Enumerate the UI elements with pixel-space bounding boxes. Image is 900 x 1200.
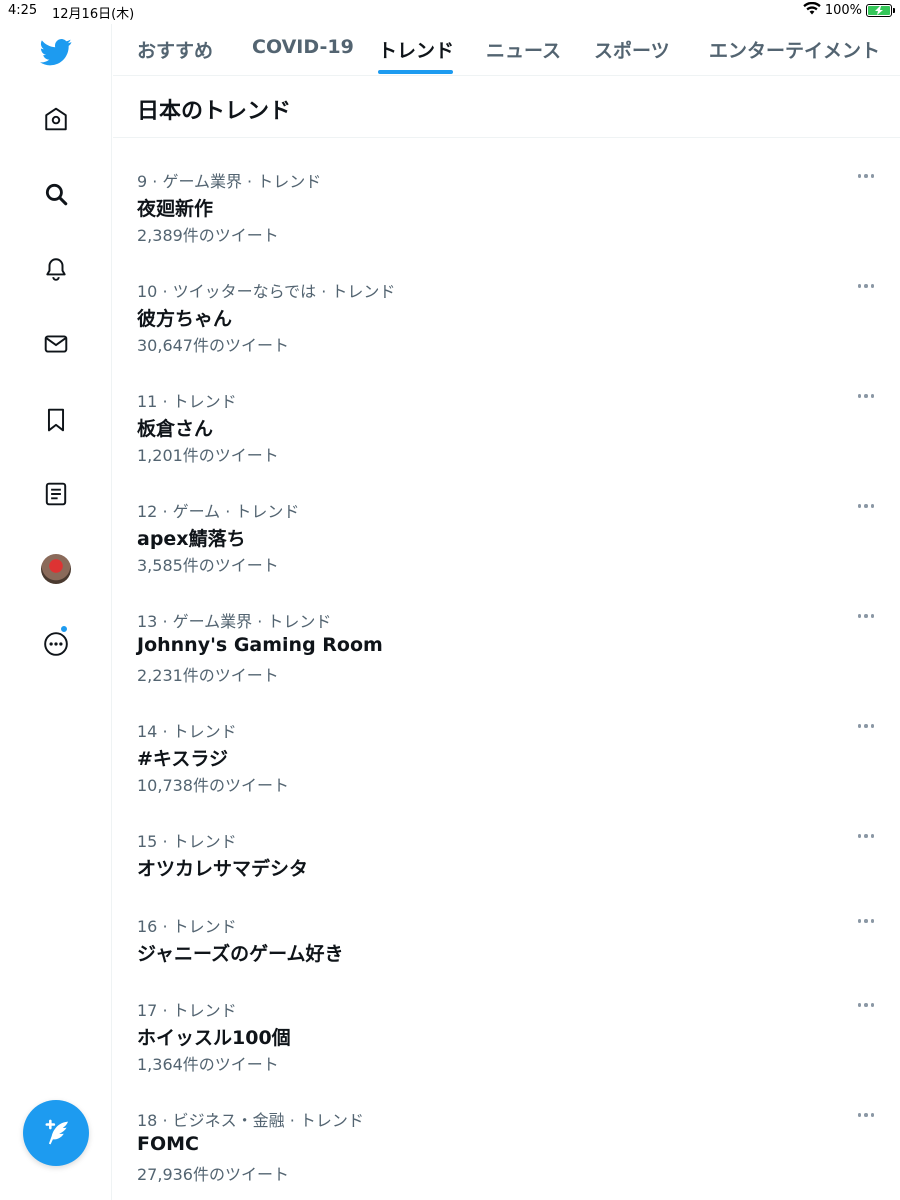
trend-meta: 13 · ゲーム業界 · トレンド (137, 612, 332, 631)
twitter-logo-icon[interactable] (38, 34, 74, 70)
battery-percent: 100% (824, 3, 862, 18)
bookmarks-icon[interactable] (38, 402, 74, 438)
more-options-icon[interactable] (856, 500, 876, 512)
more-options-icon[interactable] (856, 720, 876, 732)
notifications-icon[interactable] (38, 251, 74, 287)
more-icon[interactable] (38, 626, 74, 662)
search-icon[interactable] (38, 176, 74, 212)
notification-dot (60, 625, 68, 633)
trend-name: 彼方ちゃん (137, 308, 233, 330)
trend-name: 夜廻新作 (137, 198, 214, 220)
more-options-icon[interactable] (856, 830, 876, 842)
trend-item[interactable]: 18 · ビジネス・金融 · トレンド FOMC 27,936件のツイート (113, 1107, 900, 1197)
trend-item[interactable]: 11 · トレンド 板倉さん 1,201件のツイート (113, 388, 900, 498)
trend-name: オツカレサマデシタ (137, 858, 309, 880)
trend-item[interactable]: 14 · トレンド #キスラジ 10,738件のツイート (113, 718, 900, 828)
trend-meta: 17 · トレンド (137, 1001, 237, 1020)
explore-tabs: おすすめ COVID-19 トレンド ニュース スポーツ エンターテイメント (113, 24, 900, 76)
tab-recommended[interactable]: おすすめ (137, 36, 213, 63)
status-time: 4:25 (8, 3, 38, 18)
trend-count: 1,364件のツイート (137, 1055, 279, 1074)
trend-count: 10,738件のツイート (137, 776, 289, 795)
tab-trends[interactable]: トレンド (378, 36, 454, 63)
more-options-icon[interactable] (856, 915, 876, 927)
trend-name: ホイッスル100個 (137, 1027, 291, 1049)
trend-meta: 10 · ツイッターならでは · トレンド (137, 282, 396, 301)
more-options-icon[interactable] (856, 610, 876, 622)
status-date: 12月16日(木) (52, 7, 135, 22)
trend-count: 2,231件のツイート (137, 666, 279, 685)
trend-item[interactable]: 13 · ゲーム業界 · トレンド Johnny's Gaming Room 2… (113, 608, 900, 718)
more-options-icon[interactable] (856, 280, 876, 292)
trend-meta: 16 · トレンド (137, 917, 237, 936)
trend-count: 30,647件のツイート (137, 336, 289, 355)
trend-count: 27,936件のツイート (137, 1165, 289, 1184)
more-options-icon[interactable] (856, 999, 876, 1011)
more-options-icon[interactable] (856, 390, 876, 402)
trend-count: 1,201件のツイート (137, 446, 279, 465)
trend-item[interactable]: 17 · トレンド ホイッスル100個 1,364件のツイート (113, 997, 900, 1107)
main-column: おすすめ COVID-19 トレンド ニュース スポーツ エンターテイメント 日… (113, 24, 900, 1200)
trend-name: apex鯖落ち (137, 528, 246, 550)
trend-meta: 9 · ゲーム業界 · トレンド (137, 172, 322, 191)
status-right: 100% (803, 1, 895, 19)
messages-icon[interactable] (38, 326, 74, 362)
trend-count: 3,585件のツイート (137, 556, 279, 575)
trend-name: FOMC (137, 1133, 199, 1155)
tab-news[interactable]: ニュース (486, 36, 561, 63)
trend-meta: 12 · ゲーム · トレンド (137, 502, 300, 521)
page-title: 日本のトレンド (137, 99, 292, 124)
lists-icon[interactable] (38, 476, 74, 512)
tab-entertainment[interactable]: エンターテイメント (709, 36, 880, 63)
trend-name: 板倉さん (137, 418, 214, 440)
compose-tweet-button[interactable] (23, 1100, 89, 1166)
trend-item[interactable]: 16 · トレンド ジャニーズのゲーム好き (113, 913, 900, 997)
trend-meta: 14 · トレンド (137, 722, 237, 741)
status-bar: 4:25 12月16日(木) 100% (0, 0, 900, 24)
trend-item[interactable]: 15 · トレンド オツカレサマデシタ (113, 828, 900, 913)
battery-icon (866, 4, 895, 17)
trend-name: #キスラジ (137, 748, 228, 770)
trend-item[interactable]: 9 · ゲーム業界 · トレンド 夜廻新作 2,389件のツイート (113, 168, 900, 278)
home-icon[interactable] (38, 101, 74, 137)
section-header: 日本のトレンド (113, 76, 900, 138)
trend-item[interactable]: 12 · ゲーム · トレンド apex鯖落ち 3,585件のツイート (113, 498, 900, 608)
trend-name: ジャニーズのゲーム好き (137, 943, 344, 965)
trend-item[interactable]: 10 · ツイッターならでは · トレンド 彼方ちゃん 30,647件のツイート (113, 278, 900, 388)
trend-meta: 15 · トレンド (137, 832, 237, 851)
active-tab-indicator (378, 70, 453, 74)
tab-covid-19[interactable]: COVID-19 (252, 36, 354, 58)
trend-name: Johnny's Gaming Room (137, 634, 383, 656)
more-options-icon[interactable] (856, 170, 876, 182)
sidebar (0, 24, 112, 1200)
tab-sports[interactable]: スポーツ (594, 36, 670, 63)
trend-meta: 18 · ビジネス・金融 · トレンド (137, 1111, 364, 1130)
wifi-icon (803, 1, 821, 19)
compose-tweet-icon (45, 1119, 69, 1145)
trend-meta: 11 · トレンド (137, 392, 237, 411)
profile-avatar[interactable] (41, 554, 71, 584)
trend-count: 2,389件のツイート (137, 226, 279, 245)
more-options-icon[interactable] (856, 1109, 876, 1121)
